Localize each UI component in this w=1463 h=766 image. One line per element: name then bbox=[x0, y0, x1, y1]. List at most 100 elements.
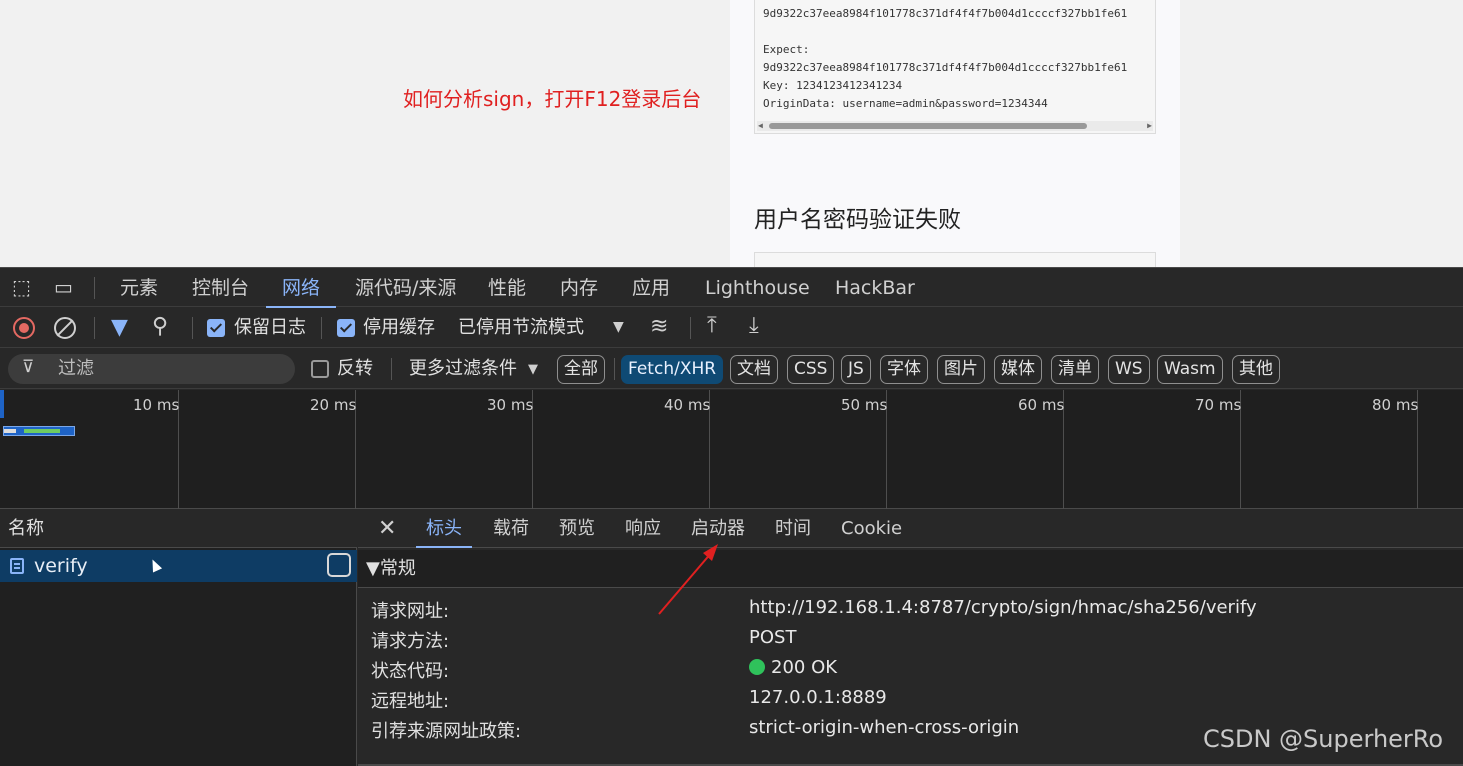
document-icon bbox=[10, 558, 24, 574]
tab-cookie[interactable]: Cookie bbox=[841, 510, 902, 548]
filter-input[interactable]: ⊽ 过滤 bbox=[8, 354, 295, 384]
invert-checkbox[interactable] bbox=[311, 360, 329, 378]
filter-type-other[interactable]: 其他 bbox=[1232, 355, 1280, 384]
code-line: 9d9322c37eea8984f101778c371df4f4f7b004d1… bbox=[763, 7, 1128, 20]
divider bbox=[94, 277, 95, 299]
filter-type-ws[interactable]: WS bbox=[1108, 355, 1150, 384]
status-code-value: 200 OK bbox=[749, 657, 837, 678]
request-list: 名称 verify bbox=[0, 510, 357, 766]
screenshot-root: 如何分析sign，打开F12登录后台 9d9322c37eea8984f1017… bbox=[0, 0, 1463, 766]
tab-preview[interactable]: 预览 bbox=[559, 510, 595, 548]
request-method-value: POST bbox=[749, 627, 797, 648]
inspect-element-icon[interactable]: ⬚ bbox=[12, 277, 31, 297]
waterfall-bar bbox=[3, 426, 75, 436]
disable-cache-checkbox[interactable] bbox=[337, 319, 355, 337]
tab-sources[interactable]: 源代码/来源 bbox=[355, 268, 456, 308]
tab-timing[interactable]: 时间 bbox=[775, 510, 811, 548]
filter-type-img[interactable]: 图片 bbox=[937, 355, 985, 384]
chevron-down-icon[interactable]: ▼ bbox=[528, 363, 538, 376]
tab-initiator[interactable]: 启动器 bbox=[691, 510, 745, 548]
tab-console[interactable]: 控制台 bbox=[192, 268, 249, 308]
waterfall-wait-segment bbox=[24, 429, 60, 433]
scrollbar-thumb[interactable] bbox=[769, 123, 1087, 129]
code-line: Key: 1234123412341234 bbox=[763, 79, 903, 92]
referrer-policy-key: 引荐来源网址政策: bbox=[371, 721, 522, 742]
tick-label: 60 ms bbox=[1018, 396, 1065, 414]
tab-performance[interactable]: 性能 bbox=[488, 268, 526, 308]
tick-label: 70 ms bbox=[1195, 396, 1242, 414]
request-url-key: 请求网址: bbox=[371, 601, 450, 622]
detail-tabs: ✕ 标头 载荷 预览 响应 启动器 时间 Cookie bbox=[358, 510, 1463, 548]
red-annotation-text: 如何分析sign，打开F12登录后台 bbox=[403, 87, 702, 111]
tab-network[interactable]: 网络 bbox=[266, 268, 337, 308]
invert-label: 反转 bbox=[337, 358, 373, 379]
devtools-main-tabs: ⬚ ▭ 元素 控制台 网络 源代码/来源 性能 内存 应用 Lighthouse… bbox=[0, 267, 1463, 308]
timeline-handle[interactable] bbox=[0, 390, 4, 418]
chevron-down-icon[interactable]: ▼ bbox=[613, 320, 624, 334]
device-toolbar-icon[interactable]: ▭ bbox=[54, 277, 73, 297]
filter-bar: ⊽ 过滤 反转 更多过滤条件 ▼ 全部 Fetch/XHR 文档 CSS JS … bbox=[0, 349, 1463, 389]
request-method-key: 请求方法: bbox=[371, 631, 450, 652]
network-toolbar: ▼ ⚲ 保留日志 停用缓存 已停用节流模式 ▼ ≋ ⤒ ⤓ bbox=[0, 308, 1463, 348]
article-heading: 用户名密码验证失败 bbox=[754, 207, 961, 233]
tab-memory[interactable]: 内存 bbox=[560, 268, 598, 308]
throttling-select[interactable]: 已停用节流模式 bbox=[458, 308, 584, 348]
filter-type-media[interactable]: 媒体 bbox=[994, 355, 1042, 384]
watermark: CSDN @SuperherRo bbox=[1203, 725, 1444, 753]
tab-headers[interactable]: 标头 bbox=[416, 510, 472, 548]
request-name[interactable]: verify bbox=[34, 550, 88, 582]
filter-type-manifest[interactable]: 清单 bbox=[1051, 355, 1099, 384]
export-har-icon[interactable]: ⤓ bbox=[749, 315, 759, 337]
more-filters-dropdown[interactable]: 更多过滤条件 bbox=[409, 349, 517, 389]
web-page: 如何分析sign，打开F12登录后台 9d9322c37eea8984f1017… bbox=[0, 0, 1463, 272]
filter-type-wasm[interactable]: Wasm bbox=[1157, 355, 1223, 384]
status-code-key: 状态代码: bbox=[371, 661, 450, 682]
tab-hackbar[interactable]: HackBar bbox=[835, 268, 915, 308]
code-horizontal-scrollbar[interactable]: ◀ ▶ bbox=[757, 121, 1153, 131]
tab-elements[interactable]: 元素 bbox=[120, 268, 158, 308]
filter-type-css[interactable]: CSS bbox=[787, 355, 835, 384]
scroll-right-arrow-icon[interactable]: ▶ bbox=[1147, 121, 1152, 131]
scroll-left-arrow-icon[interactable]: ◀ bbox=[758, 121, 763, 131]
request-row[interactable]: verify bbox=[0, 550, 357, 582]
name-column-header[interactable]: 名称 bbox=[0, 510, 357, 548]
stop-recording-icon[interactable] bbox=[13, 317, 35, 339]
timeline-overview[interactable]: 10 ms 20 ms 30 ms 40 ms 50 ms 60 ms 70 m… bbox=[0, 390, 1463, 509]
tick-label: 40 ms bbox=[664, 396, 711, 414]
preserve-log-label: 保留日志 bbox=[234, 317, 306, 338]
code-line: OriginData: username=admin&password=1234… bbox=[763, 97, 1048, 110]
tab-lighthouse[interactable]: Lighthouse bbox=[705, 268, 810, 308]
tab-response[interactable]: 响应 bbox=[625, 510, 661, 548]
filter-type-all[interactable]: 全部 bbox=[557, 355, 605, 384]
search-icon[interactable]: ⚲ bbox=[152, 316, 168, 338]
import-har-icon[interactable]: ⤒ bbox=[707, 315, 717, 337]
divider bbox=[690, 317, 691, 339]
filter-type-js[interactable]: JS bbox=[841, 355, 871, 384]
devtools-panel: ⬚ ▭ 元素 控制台 网络 源代码/来源 性能 内存 应用 Lighthouse… bbox=[0, 267, 1463, 766]
filter-type-font[interactable]: 字体 bbox=[880, 355, 928, 384]
preserve-log-checkbox[interactable] bbox=[207, 319, 225, 337]
clear-icon[interactable] bbox=[54, 317, 76, 339]
general-section-header[interactable]: ▼常规 bbox=[358, 550, 1463, 588]
referrer-policy-value: strict-origin-when-cross-origin bbox=[749, 717, 1020, 738]
filter-type-fetch-xhr[interactable]: Fetch/XHR bbox=[621, 355, 724, 384]
filter-icon: ⊽ bbox=[22, 357, 35, 377]
filter-type-doc[interactable]: 文档 bbox=[730, 355, 778, 384]
code-line: Expect: bbox=[763, 43, 810, 56]
tick-label: 20 ms bbox=[310, 396, 357, 414]
open-in-panel-icon[interactable] bbox=[327, 553, 351, 577]
close-icon[interactable]: ✕ bbox=[378, 510, 396, 548]
code-block: 9d9322c37eea8984f101778c371df4f4f7b004d1… bbox=[754, 0, 1156, 134]
status-code-text: 200 OK bbox=[771, 657, 838, 678]
filter-funnel-icon[interactable]: ▼ bbox=[111, 317, 128, 339]
tab-application[interactable]: 应用 bbox=[632, 268, 670, 308]
code-line: 9d9322c37eea8984f101778c371df4f4f7b004d1… bbox=[763, 61, 1128, 74]
waterfall-queue-segment bbox=[4, 429, 16, 433]
request-url-value: http://192.168.1.4:8787/crypto/sign/hmac… bbox=[749, 597, 1257, 618]
tab-payload[interactable]: 载荷 bbox=[493, 510, 529, 548]
divider bbox=[391, 358, 392, 380]
tick-label: 10 ms bbox=[133, 396, 180, 414]
remote-address-key: 远程地址: bbox=[371, 691, 450, 712]
network-conditions-icon[interactable]: ≋ bbox=[650, 316, 668, 338]
tick-label: 30 ms bbox=[487, 396, 534, 414]
